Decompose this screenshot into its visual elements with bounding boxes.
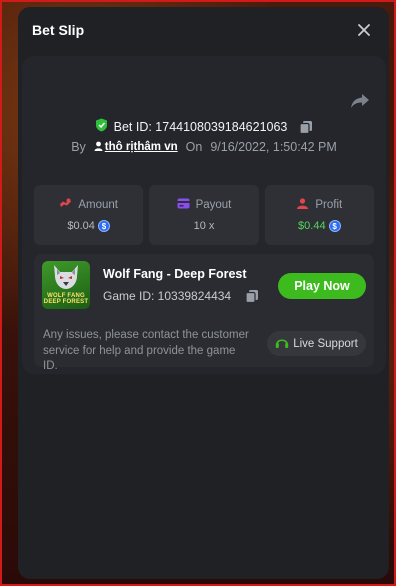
- share-icon[interactable]: [350, 92, 372, 114]
- verified-shield-icon: [95, 118, 108, 135]
- by-label: By: [71, 140, 86, 154]
- stat-amount-label: Amount: [78, 199, 118, 211]
- game-thumbnail[interactable]: WOLF FANG DEEP FOREST: [42, 261, 90, 309]
- modal-title: Bet Slip: [32, 22, 85, 38]
- on-label: On: [185, 140, 203, 154]
- support-text: Any issues, please contact the customer …: [43, 329, 249, 372]
- game-id: Game ID: 10339824434: [103, 289, 232, 303]
- stat-payout-value: 10 x: [193, 220, 215, 232]
- user-avatar-icon: [94, 141, 103, 154]
- stat-profit-value: $0.44: [298, 220, 326, 232]
- bet-card: Bet ID: 1744108039184621063 By thô rịthâ…: [22, 56, 386, 374]
- username: thô rịthâm vn: [104, 141, 178, 153]
- close-icon[interactable]: [353, 19, 375, 41]
- copy-game-id-icon[interactable]: [245, 289, 259, 304]
- stat-payout: Payout 10 x: [149, 185, 259, 245]
- game-panel: WOLF FANG DEEP FOREST Wolf Fang - Deep F…: [34, 254, 374, 372]
- bet-datetime: 9/16/2022, 1:50:42 PM: [210, 140, 337, 154]
- bet-id-row: Bet ID: 1744108039184621063: [22, 118, 386, 135]
- play-now-button[interactable]: Play Now: [278, 273, 366, 299]
- username-link[interactable]: thô rịthâm vn: [94, 141, 178, 154]
- stat-profit: Profit $0.44 $: [264, 185, 374, 245]
- profit-icon: [296, 198, 309, 212]
- stat-amount: Amount $0.04 $: [34, 185, 144, 245]
- stat-payout-label: Payout: [195, 199, 232, 211]
- live-support-label: Live Support: [293, 337, 358, 350]
- copy-bet-id-icon[interactable]: [299, 120, 313, 134]
- stat-profit-label: Profit: [315, 199, 343, 211]
- bet-stats: Amount $0.04 $ Payout 10 x Profit $0.44 …: [34, 185, 374, 245]
- payout-icon: [177, 198, 190, 212]
- bet-id: Bet ID: 1744108039184621063: [113, 119, 288, 134]
- game-thumbnail-text: WOLF FANG DEEP FOREST: [43, 293, 89, 305]
- game-name: Wolf Fang - Deep Forest: [103, 267, 247, 281]
- coin-icon: $: [328, 220, 341, 232]
- amount-icon: [59, 198, 72, 212]
- modal-header: Bet Slip: [18, 7, 389, 53]
- wolf-logo-icon: [51, 264, 81, 290]
- game-id-row: Game ID: 10339824434: [103, 289, 259, 304]
- bet-meta-row: By thô rịthâm vn On 9/16/2022, 1:50:42 P…: [22, 140, 386, 154]
- bet-slip-modal: Bet Slip Bet ID: 1744108039184621063 By: [18, 7, 389, 579]
- stat-amount-value: $0.04: [67, 220, 95, 232]
- live-support-button[interactable]: Live Support: [267, 331, 366, 356]
- coin-icon: $: [97, 220, 110, 232]
- headset-icon: [275, 336, 289, 352]
